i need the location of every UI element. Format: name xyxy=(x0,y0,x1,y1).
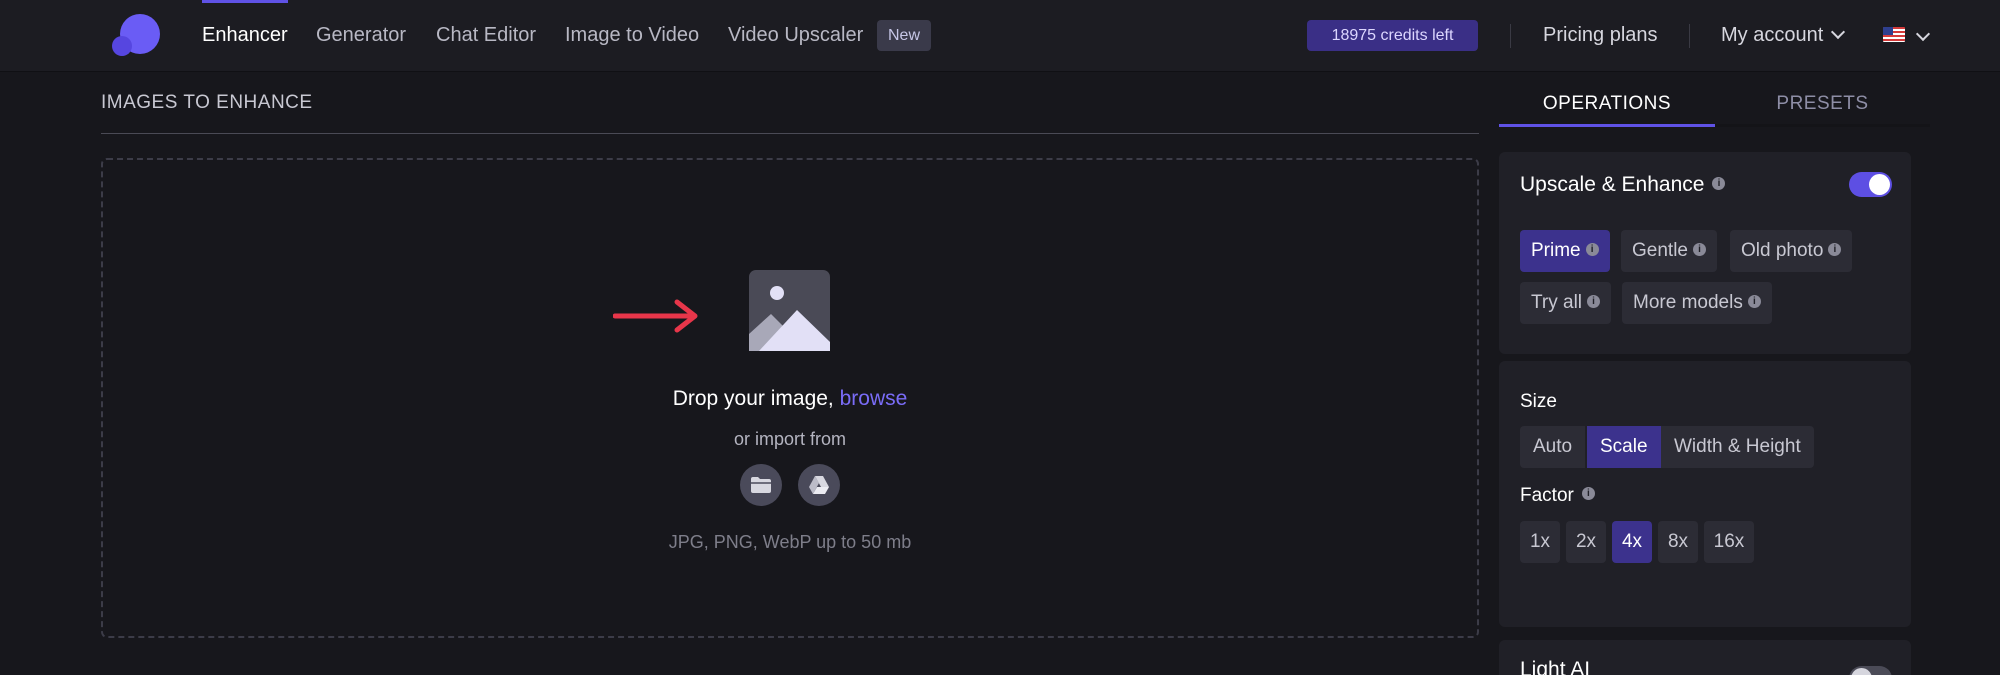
info-icon[interactable]: i xyxy=(1747,295,1761,309)
new-badge: New xyxy=(877,20,932,51)
factor-label-text: Factor xyxy=(1520,485,1574,506)
factor-2x[interactable]: 2x xyxy=(1566,521,1606,563)
model-more-models[interactable]: More models i xyxy=(1622,282,1772,324)
top-navigation-bar: Enhancer Generator Chat Editor Image to … xyxy=(0,0,2000,72)
info-icon[interactable]: i xyxy=(1587,295,1601,309)
chevron-down-icon xyxy=(1831,24,1846,40)
toggle-knob xyxy=(1869,174,1890,195)
size-label: Size xyxy=(1520,391,1557,412)
nav-divider xyxy=(1689,24,1690,48)
size-mode-width-height[interactable]: Width & Height xyxy=(1661,426,1814,468)
model-label: Gentle xyxy=(1632,240,1688,261)
import-google-drive-button[interactable] xyxy=(798,464,840,506)
info-icon[interactable]: i xyxy=(1581,487,1595,501)
browse-link[interactable]: browse xyxy=(840,387,908,410)
tab-operations[interactable]: OPERATIONS xyxy=(1499,72,1715,127)
section-divider xyxy=(101,133,1479,134)
upscale-enhance-toggle[interactable] xyxy=(1849,172,1892,197)
pricing-plans-link[interactable]: Pricing plans xyxy=(1543,0,1658,72)
my-account-label: My account xyxy=(1721,24,1824,46)
nav-enhancer[interactable]: Enhancer xyxy=(202,0,288,72)
light-ai-title: Light AI xyxy=(1520,658,1591,675)
nav-video-upscaler[interactable]: Video Upscaler xyxy=(728,0,863,72)
nav-chat-editor[interactable]: Chat Editor xyxy=(436,0,536,72)
model-label: Old photo xyxy=(1741,240,1824,261)
nav-generator[interactable]: Generator xyxy=(316,0,406,72)
size-mode-auto[interactable]: Auto xyxy=(1520,426,1586,468)
import-label: or import from xyxy=(733,429,847,449)
folder-icon xyxy=(751,477,771,493)
my-account-menu[interactable]: My account xyxy=(1721,0,1846,72)
chevron-down-icon xyxy=(1915,26,1931,42)
model-label: More models xyxy=(1633,292,1743,313)
info-icon[interactable]: i xyxy=(1692,243,1706,257)
section-title: IMAGES TO ENHANCE xyxy=(101,92,313,113)
image-placeholder-icon xyxy=(749,270,830,351)
credits-badge[interactable]: 18975 credits left xyxy=(1307,20,1478,51)
import-folder-button[interactable] xyxy=(740,464,782,506)
upscale-enhance-card: Upscale & Enhance i Prime i Gentle i Old ph… xyxy=(1499,152,1911,354)
model-try-all[interactable]: Try all i xyxy=(1520,282,1612,324)
light-ai-toggle[interactable] xyxy=(1849,666,1892,675)
us-flag-icon[interactable] xyxy=(1883,27,1905,42)
upscale-enhance-title: Upscale & Enhance i xyxy=(1520,173,1726,197)
drop-instructions: Drop your image, browse xyxy=(0,387,1580,411)
factor-label: Factor i xyxy=(1520,485,1595,507)
info-icon[interactable]: i xyxy=(1828,243,1842,257)
red-arrow-icon xyxy=(613,299,698,333)
drop-label: Drop your image, xyxy=(672,387,834,410)
factor-8x[interactable]: 8x xyxy=(1658,521,1698,563)
size-mode-scale[interactable]: Scale xyxy=(1587,426,1661,468)
factor-4x[interactable]: 4x xyxy=(1612,521,1652,563)
language-dropdown[interactable] xyxy=(1915,26,1931,46)
light-ai-card: Light AI xyxy=(1499,640,1911,675)
nav-divider xyxy=(1510,24,1511,48)
supported-formats: JPG, PNG, WebP up to 50 mb xyxy=(668,532,912,552)
model-label: Try all xyxy=(1531,292,1583,313)
factor-1x[interactable]: 1x xyxy=(1520,521,1560,563)
google-drive-icon xyxy=(809,476,829,494)
logo-small-circle xyxy=(112,36,132,56)
size-card: Size Auto Scale Width & Height Factor i 1… xyxy=(1499,361,1911,627)
model-old-photo[interactable]: Old photo i xyxy=(1730,230,1853,272)
info-icon[interactable]: i xyxy=(1712,176,1726,190)
tab-presets[interactable]: PRESETS xyxy=(1715,72,1930,127)
factor-16x[interactable]: 16x xyxy=(1704,521,1754,563)
model-label: Prime xyxy=(1531,240,1581,261)
toggle-knob xyxy=(1851,668,1872,675)
info-icon[interactable]: i xyxy=(1585,243,1599,257)
upscale-enhance-label: Upscale & Enhance xyxy=(1520,173,1705,196)
model-gentle[interactable]: Gentle i xyxy=(1621,230,1717,272)
app-logo[interactable] xyxy=(112,14,162,58)
nav-image-to-video[interactable]: Image to Video xyxy=(565,0,699,72)
model-prime[interactable]: Prime i xyxy=(1520,230,1610,272)
